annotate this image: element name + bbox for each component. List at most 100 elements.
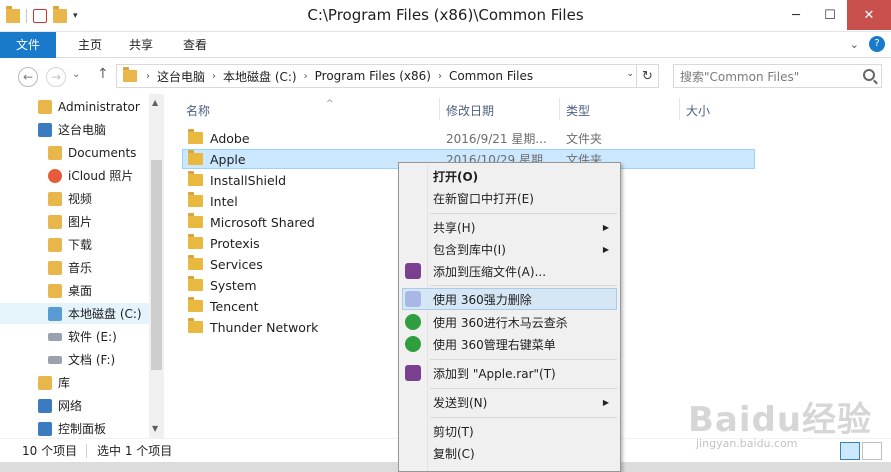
selection-count: 选中 1 个项目 — [97, 444, 173, 458]
control-panel-icon — [38, 421, 52, 436]
nav-item-videos[interactable]: 视频 — [0, 188, 92, 209]
menu-separator — [430, 285, 617, 286]
window-title: C:\Program Files (x86)\Common Files — [307, 6, 584, 24]
details-view-icon[interactable] — [840, 442, 860, 460]
column-header-date[interactable]: 修改日期 — [446, 100, 494, 120]
nav-item-software-e[interactable]: 软件 (E:) — [0, 326, 117, 347]
nav-item-pictures[interactable]: 图片 — [0, 211, 92, 232]
scroll-down-icon[interactable]: ▼ — [152, 424, 158, 433]
scroll-up-icon[interactable]: ▲ — [152, 98, 158, 107]
nav-item-control-panel[interactable]: 控制面板 — [0, 418, 106, 439]
column-header-name[interactable]: 名称 ^ — [186, 99, 436, 120]
menu-item-label: 添加到压缩文件(A)... — [433, 264, 547, 279]
column-divider[interactable] — [679, 98, 680, 120]
network-icon — [38, 398, 52, 413]
nav-item-libraries[interactable]: 库 — [0, 372, 70, 393]
file-date: 2016/9/21 星期... — [446, 131, 547, 146]
scrollbar-thumb[interactable] — [151, 160, 162, 370]
menu-item-include-in-library[interactable]: 包含到库中(I) ▶ — [402, 238, 617, 260]
expand-ribbon-icon[interactable]: ⌄ — [850, 38, 859, 51]
tab-share[interactable]: 共享 — [114, 32, 168, 58]
library-icon — [38, 375, 52, 390]
column-header-type[interactable]: 类型 — [566, 100, 590, 120]
nav-item-icloud-photos[interactable]: iCloud 照片 — [0, 165, 133, 186]
submenu-arrow-icon: ▶ — [602, 244, 609, 254]
nav-item-local-disk-c[interactable]: 本地磁盘 (C:) — [0, 303, 149, 324]
folder-icon — [188, 192, 203, 207]
menu-item-label: 复制(C) — [433, 446, 475, 461]
menu-item-copy[interactable]: 复制(C) — [402, 442, 617, 464]
forward-button[interactable]: → — [46, 67, 66, 87]
folder-icon — [188, 276, 203, 291]
status-divider — [86, 444, 87, 458]
desktop-folder-icon — [48, 283, 62, 298]
menu-item-open[interactable]: 打开(O) — [402, 165, 617, 187]
nav-item-music[interactable]: 音乐 — [0, 257, 92, 278]
menu-item-360-force-delete[interactable]: 使用 360强力删除 — [402, 288, 617, 310]
breadcrumb-this-pc[interactable]: 这台电脑 — [153, 68, 209, 85]
nav-item-label: 音乐 — [68, 261, 93, 275]
folder-icon — [188, 297, 203, 312]
nav-item-administrator[interactable]: Administrator — [0, 96, 140, 117]
maximize-button[interactable]: ☐ — [813, 0, 847, 30]
menu-item-open-new-window[interactable]: 在新窗口中打开(E) — [402, 187, 617, 209]
back-button[interactable]: ← — [18, 67, 38, 87]
breadcrumb-separator[interactable]: › — [435, 71, 445, 82]
help-icon[interactable]: ? — [869, 36, 885, 52]
tab-home[interactable]: 主页 — [56, 32, 114, 58]
menu-item-share[interactable]: 共享(H) ▶ — [402, 216, 617, 238]
nav-item-label: 文档 (F:) — [68, 353, 116, 367]
nav-item-network[interactable]: 网络 — [0, 395, 82, 416]
drive-icon — [48, 332, 62, 341]
nav-scrollbar[interactable]: ▲ ▼ — [149, 94, 164, 438]
large-icons-view-icon[interactable] — [862, 442, 882, 460]
menu-item-360-trojan-scan[interactable]: 使用 360进行木马云查杀 — [402, 311, 617, 333]
360-menu-icon — [405, 336, 421, 352]
menu-separator — [430, 417, 617, 418]
menu-item-add-to-apple-rar[interactable]: 添加到 "Apple.rar"(T) — [402, 362, 617, 384]
minimize-button[interactable]: ─ — [779, 0, 813, 30]
menu-item-360-manage-menu[interactable]: 使用 360管理右键菜单 — [402, 333, 617, 355]
recent-locations-icon[interactable]: ⌄ — [72, 69, 80, 80]
menu-item-add-to-archive[interactable]: 添加到压缩文件(A)... — [402, 260, 617, 282]
close-button[interactable]: ✕ — [847, 0, 891, 30]
menu-item-cut[interactable]: 剪切(T) — [402, 420, 617, 442]
folder-icon — [188, 171, 203, 186]
menu-item-send-to[interactable]: 发送到(N) ▶ — [402, 391, 617, 413]
nav-item-desktop[interactable]: 桌面 — [0, 280, 92, 301]
refresh-button[interactable]: ↻ — [636, 65, 658, 87]
up-button[interactable]: ↑ — [97, 66, 109, 82]
videos-folder-icon — [48, 191, 62, 206]
tab-view[interactable]: 查看 — [168, 32, 222, 58]
nav-item-downloads[interactable]: 下载 — [0, 234, 92, 255]
360-delete-icon — [405, 291, 421, 307]
nav-item-documents-f[interactable]: 文档 (F:) — [0, 349, 115, 370]
folder-icon — [123, 67, 137, 82]
menu-separator — [430, 359, 617, 360]
folder-icon — [188, 234, 203, 249]
file-row[interactable]: Adobe 2016/9/21 星期... 文件夹 — [182, 128, 755, 148]
column-divider[interactable] — [559, 98, 560, 120]
breadcrumb-program-files[interactable]: Program Files (x86) — [311, 69, 435, 83]
address-dropdown-icon[interactable]: ⌄ — [626, 69, 634, 79]
search-input[interactable]: 搜索"Common Files" — [673, 64, 882, 88]
breadcrumb-separator[interactable]: › — [209, 71, 219, 82]
sort-ascending-icon: ^ — [326, 99, 334, 109]
column-divider[interactable] — [439, 98, 440, 120]
breadcrumb-common-files[interactable]: Common Files — [445, 69, 537, 83]
tab-file[interactable]: 文件 — [0, 31, 56, 58]
breadcrumb-local-disk[interactable]: 本地磁盘 (C:) — [219, 68, 301, 85]
breadcrumb-separator[interactable]: › — [301, 71, 311, 82]
ribbon-controls: ⌄ ? — [850, 36, 885, 52]
nav-item-documents[interactable]: Documents — [0, 142, 136, 163]
address-bar[interactable]: › 这台电脑 › 本地磁盘 (C:) › Program Files (x86)… — [116, 64, 659, 88]
breadcrumb-separator[interactable]: › — [143, 71, 153, 82]
address-row: ← → ⌄ ↑ › 这台电脑 › 本地磁盘 (C:) › Program Fil… — [0, 58, 891, 94]
nav-item-this-pc[interactable]: 这台电脑 — [0, 119, 106, 140]
nav-item-label: 软件 (E:) — [68, 330, 117, 344]
column-header-size[interactable]: 大小 — [686, 100, 710, 120]
search-icon[interactable] — [863, 69, 875, 81]
menu-item-label: 共享(H) — [433, 220, 476, 235]
menu-item-label: 添加到 "Apple.rar"(T) — [433, 366, 556, 381]
winrar-icon — [405, 365, 421, 381]
